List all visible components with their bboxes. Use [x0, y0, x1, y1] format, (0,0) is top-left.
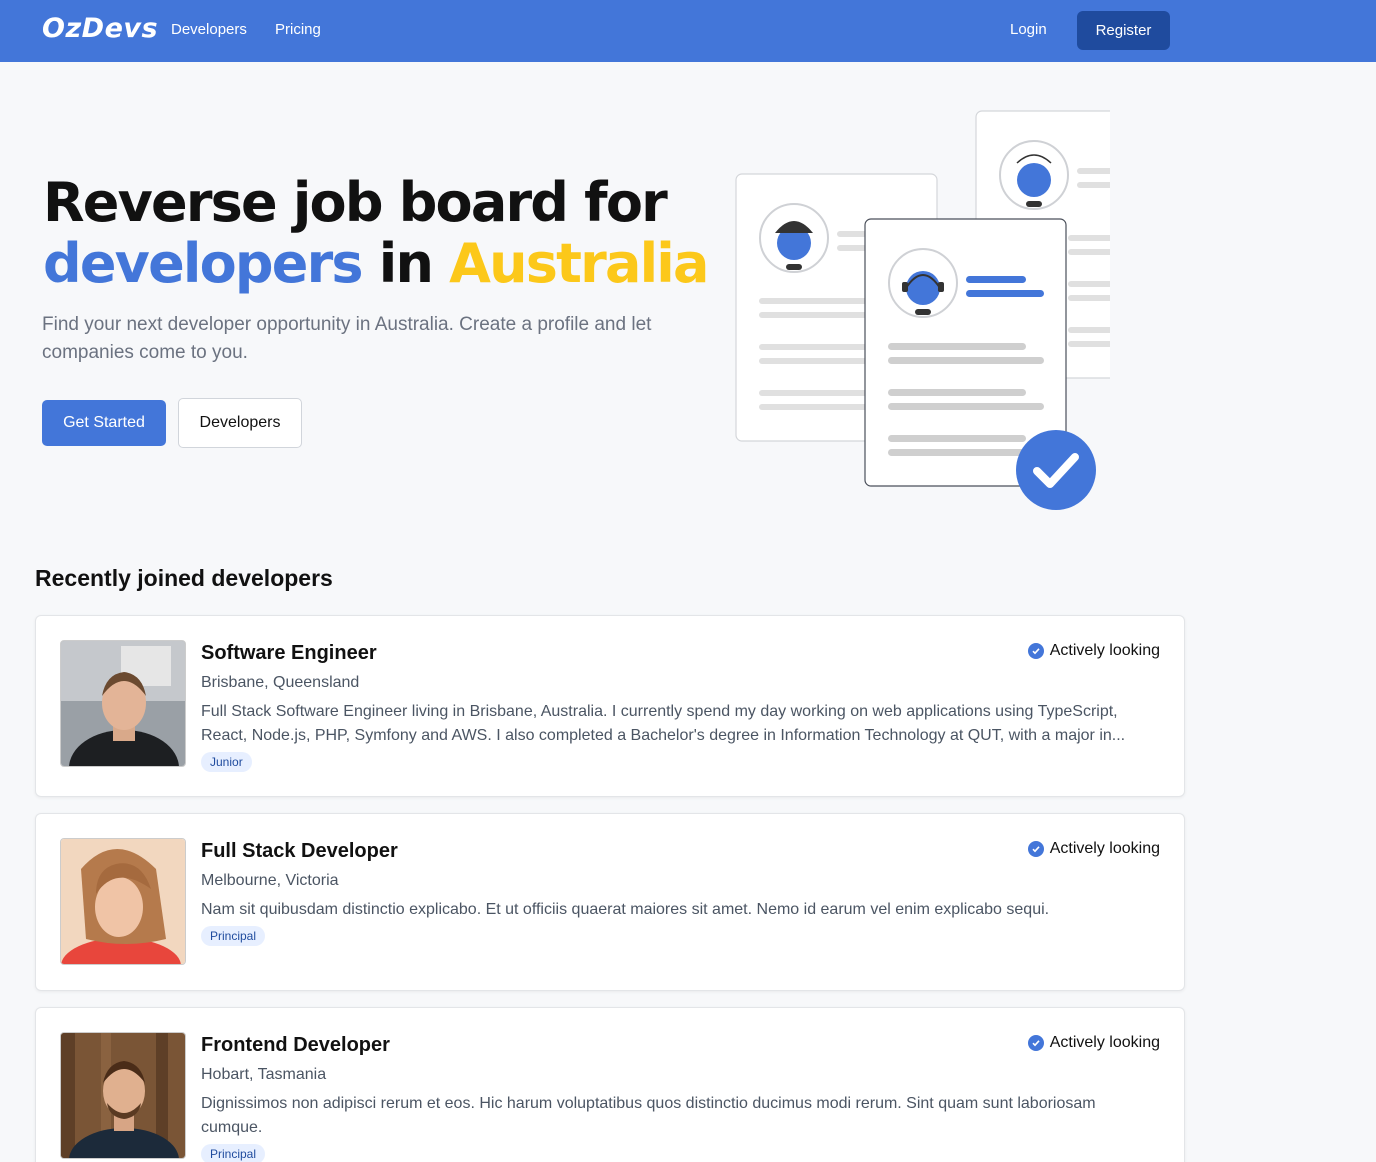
developer-title: Frontend Developer [201, 1034, 390, 1056]
hero-title-line1: Reverse job board for [43, 171, 668, 234]
nav-link-pricing[interactable]: Pricing [275, 21, 321, 38]
developer-location: Hobart, Tasmania [201, 1066, 327, 1083]
seniority-tag: Junior [201, 752, 252, 772]
seniority-tag: Principal [201, 1144, 266, 1162]
hero-illustration [735, 110, 1110, 510]
checkmark-badge-icon [1016, 430, 1096, 510]
status-badge: Actively looking [1027, 1034, 1160, 1052]
status-badge: Actively looking [1027, 840, 1160, 858]
developer-card[interactable]: Software Engineer Brisbane, Queensland F… [35, 615, 1185, 797]
nav-link-developers[interactable]: Developers [171, 21, 247, 38]
status-text: Actively looking [1049, 840, 1160, 857]
developer-title: Software Engineer [201, 642, 377, 664]
status-text: Actively looking [1049, 642, 1160, 659]
check-circle-icon [1027, 1035, 1044, 1051]
avatar [60, 640, 186, 767]
hero-title-australia: Australia [449, 232, 709, 295]
section-title: Recently joined developers [35, 565, 333, 591]
developer-title: Full Stack Developer [201, 840, 398, 862]
developer-location: Brisbane, Queensland [201, 674, 360, 691]
developer-bio: Nam sit quibusdam distinctio explicabo. … [201, 901, 1050, 918]
status-badge: Actively looking [1027, 642, 1160, 660]
seniority-tag: Principal [201, 926, 266, 946]
hero-subtitle: Find your next developer opportunity in … [42, 314, 652, 363]
register-button[interactable]: Register [1077, 11, 1170, 50]
developer-bio: Full Stack Software Engineer living in B… [201, 703, 1126, 744]
login-link[interactable]: Login [1010, 21, 1047, 38]
check-circle-icon [1027, 841, 1044, 857]
logo[interactable]: OzDevs [42, 13, 158, 44]
developer-location: Melbourne, Victoria [201, 872, 339, 889]
avatar [60, 838, 186, 965]
hero-title-developers: developers [43, 232, 364, 295]
status-text: Actively looking [1049, 1034, 1160, 1051]
hero-title-in: in [361, 232, 450, 295]
avatar [60, 1032, 186, 1159]
top-navbar: OzDevs Developers Pricing Login Register [0, 0, 1376, 62]
developer-card[interactable]: Frontend Developer Hobart, Tasmania Dign… [35, 1007, 1185, 1162]
hero-title: Reverse job board for developers in Aust… [43, 171, 709, 295]
developer-bio: Dignissimos non adipisci rerum et eos. H… [201, 1095, 1096, 1136]
developer-card[interactable]: Full Stack Developer Melbourne, Victoria… [35, 813, 1185, 991]
check-circle-icon [1027, 643, 1044, 659]
get-started-button[interactable]: Get Started [42, 400, 166, 446]
developers-button[interactable]: Developers [178, 398, 302, 448]
